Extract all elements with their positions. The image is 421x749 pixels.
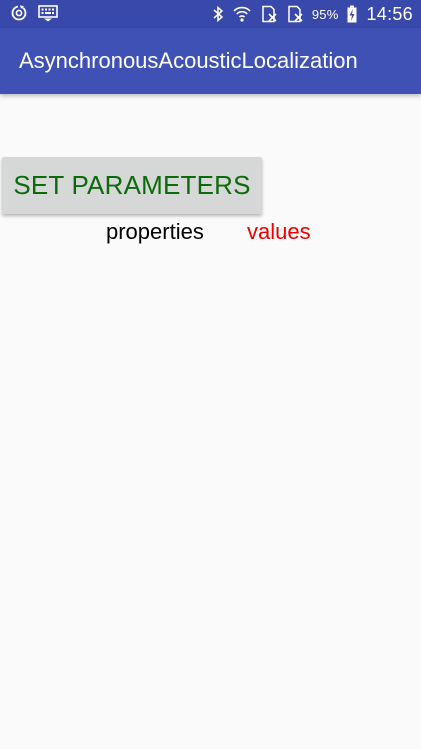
no-sim-icon [286,5,304,23]
app-title: AsynchronousAcousticLocalization [19,48,358,73]
battery-percent: 95% [311,6,339,22]
status-left-icons [10,4,58,22]
properties-label: properties [106,219,204,244]
app-bar: AsynchronousAcousticLocalization [0,28,421,94]
sync-icon [10,4,28,22]
values-label: values [247,219,311,244]
wifi-icon [232,5,252,23]
keyboard-icon [38,4,58,22]
status-bar: 95% 14:56 [0,0,421,28]
status-right-icons: 95% 14:56 [212,0,413,28]
set-parameters-button[interactable]: SET PARAMETERS [2,157,262,214]
status-time: 14:56 [366,3,413,24]
no-sim-icon [260,5,278,23]
battery-icon [346,5,358,23]
bluetooth-icon [212,5,224,23]
